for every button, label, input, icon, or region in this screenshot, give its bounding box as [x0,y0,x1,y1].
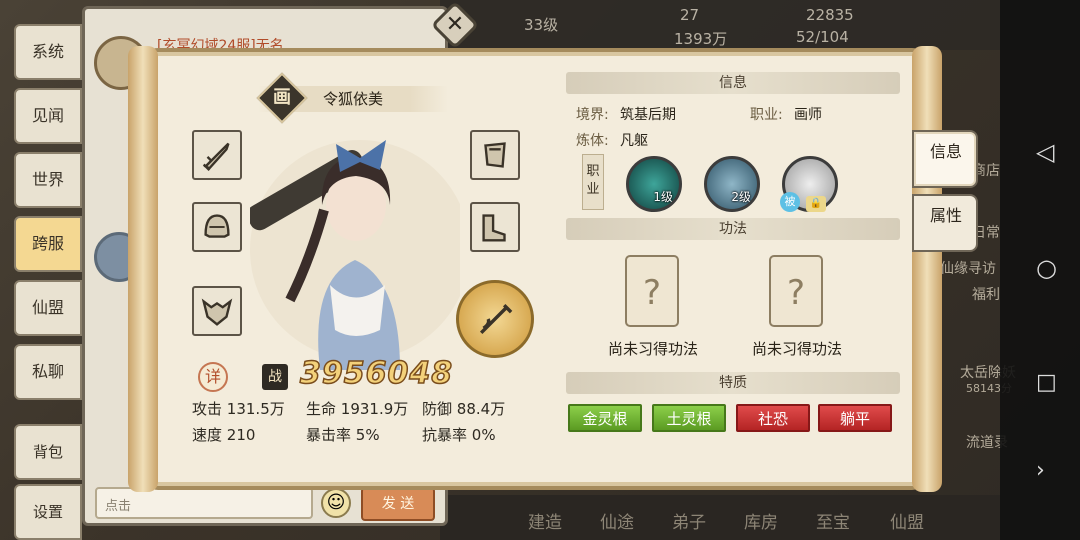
nav-item-disciples[interactable]: 弟子 [672,508,706,533]
info-section-header: 信息 [566,72,900,94]
tab-info[interactable]: 信息 [912,130,978,188]
side-tab-world[interactable]: 世界 [14,152,82,208]
emoji-button[interactable]: ☺ [321,488,351,518]
skill-slot-1[interactable]: ? [612,246,692,336]
helmet-icon [204,214,230,238]
side-tab-cross-server[interactable]: 跨服 [14,216,82,272]
stat-label: 暴击率 [306,426,352,444]
job-level: 1级 [653,190,673,204]
side-tab-system[interactable]: 系统 [14,24,82,80]
job-tag: 职业 [582,154,604,210]
tab-info-label: 信息 [929,142,962,161]
stat-attack: 攻击 131.5万 [192,398,285,419]
boots-icon [482,214,506,242]
resource-stat-2: 1393万 [674,30,728,48]
svg-text:?: ? [787,273,805,313]
resource-stat-1: 27 [680,6,700,24]
stat-label: 防御 [422,400,453,418]
resource-stat-4: 52/104 [796,28,849,46]
trait-gold-root[interactable]: 金灵根 [568,404,642,432]
job-skill-icon-2[interactable]: 2级 [704,156,760,212]
smile-icon: ☺ [326,492,346,513]
nav-item-treasure[interactable]: 至宝 [816,508,850,533]
body-label: 炼体: [576,133,609,149]
stat-label: 抗暴率 [422,426,468,444]
stat-value: 210 [226,426,256,444]
side-tab-settings[interactable]: 设置 [14,484,82,540]
level-label: 33级 [524,16,559,34]
stat-value: 1931.9万 [340,400,409,418]
body-value: 凡躯 [620,133,648,149]
equip-slot-head[interactable] [192,202,242,252]
chevron-right-icon[interactable]: › [1036,458,1045,483]
stat-label: 生命 [306,400,337,418]
trait-lying-flat[interactable]: 躺平 [818,404,892,432]
home-icon[interactable]: ○ [1036,254,1057,282]
side-tab-bag[interactable]: 背包 [14,424,82,480]
traits-section-header: 特质 [566,372,900,394]
settings-label: 设置 [32,503,63,521]
tab-attributes[interactable]: 属性 [912,194,978,252]
job-value: 画师 [794,107,822,123]
resource-stat-3: 22835 [806,6,854,24]
stat-hp: 生命 1931.9万 [306,398,408,419]
sword-icon [202,142,230,172]
stat-value: 88.4万 [456,400,506,418]
equip-slot-armor[interactable] [470,130,520,180]
job-level: 2级 [731,190,751,204]
back-icon[interactable]: ◁ [1036,138,1054,166]
artifact-slot[interactable] [456,280,534,358]
equip-slot-weapon[interactable] [192,130,242,180]
skill-label-2: 尚未习得功法 [751,340,842,358]
passive-badge: 被 [780,192,800,212]
stat-crit-resist: 抗暴率 0% [422,424,496,445]
tab-attributes-label: 属性 [929,206,962,225]
send-button[interactable]: 发 送 [361,487,435,521]
skills-section-header: 功法 [566,218,900,240]
recents-icon[interactable]: □ [1036,370,1057,395]
combat-power-value: 3956048 [299,355,454,392]
realm-label: 境界: [576,107,609,123]
side-tab-private[interactable]: 私聊 [14,344,82,400]
nav-item-path[interactable]: 仙途 [600,508,634,533]
power-badge: 战 [262,364,288,390]
job-skill-icon-1[interactable]: 1级 [626,156,682,212]
bg-label-visit[interactable]: 仙缘寻访 [940,258,996,278]
stat-crit: 暴击率 5% [306,424,380,445]
nav-item-build[interactable]: 建造 [528,508,562,533]
stat-value: 131.5万 [226,400,285,418]
realm-value: 筑基后期 [620,107,676,123]
bg-label-welfare[interactable]: 福利 [972,284,1000,304]
stat-value: 5% [355,426,380,444]
armor-icon [484,142,506,168]
character-portrait [246,110,470,370]
trait-earth-root[interactable]: 土灵根 [652,404,726,432]
bag-label: 背包 [32,443,63,461]
nav-item-alliance[interactable]: 仙盟 [890,508,924,533]
equip-slot-accessory[interactable] [192,286,242,336]
stat-defense: 防御 88.4万 [422,398,505,419]
skill-label-1: 尚未习得功法 [607,340,698,358]
brush-icon [479,303,513,335]
fox-mask-icon [201,298,233,326]
chat-input[interactable]: 点击 [95,487,313,519]
nav-item-storage[interactable]: 库房 [744,508,778,533]
detail-button[interactable]: 详 [198,362,228,392]
svg-text:?: ? [643,273,661,313]
scroll-icon: ? [769,255,823,327]
chat-sender-title: [玄冥幻域24服]无名 [157,38,284,54]
stat-speed: 速度 210 [192,424,255,445]
stat-label: 攻击 [192,400,223,418]
scroll-icon: ? [625,255,679,327]
side-tab-news[interactable]: 见闻 [14,88,82,144]
skill-slot-2[interactable]: ? [756,246,836,336]
close-icon: ✕ [445,12,465,37]
side-tab-alliance[interactable]: 仙盟 [14,280,82,336]
trait-social-anxiety[interactable]: 社恐 [736,404,810,432]
lock-icon: 🔒 [806,196,826,212]
job-label: 职业: [750,107,783,123]
stat-value: 0% [471,426,496,444]
equip-slot-boots[interactable] [470,202,520,252]
stat-label: 速度 [192,426,223,444]
